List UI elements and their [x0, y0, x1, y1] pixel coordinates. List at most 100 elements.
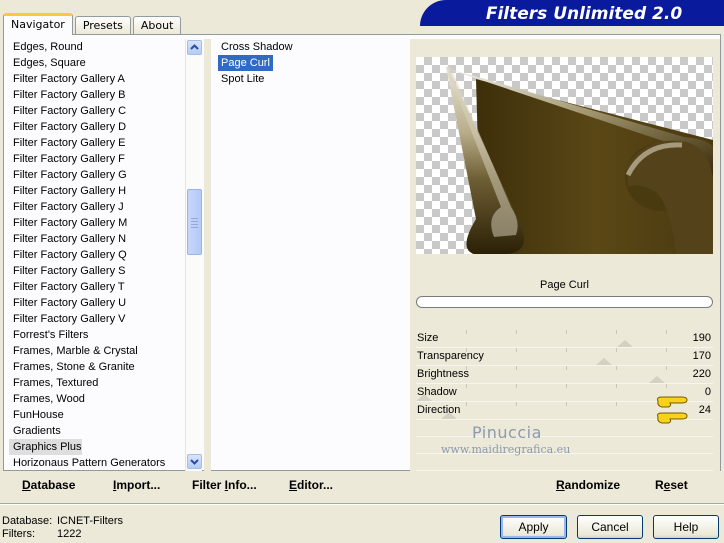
parameter-slider-brightness[interactable]: Brightness 220 [416, 366, 713, 384]
slider-knob[interactable] [617, 340, 633, 347]
slider-tick [466, 384, 467, 388]
slider-tick [616, 366, 617, 370]
current-filter-name: Page Curl [540, 279, 589, 291]
tab-presets[interactable]: Presets [74, 16, 131, 34]
category-item[interactable]: Filter Factory Gallery Q [9, 247, 184, 263]
scroll-down-button[interactable] [187, 454, 202, 469]
slider-tick [466, 402, 467, 406]
category-item[interactable]: Gradients [9, 423, 184, 439]
tab-navigator[interactable]: Navigator [3, 13, 73, 35]
filters-count-value: 1222 [57, 528, 82, 540]
category-list[interactable]: Edges, Round Edges, Square Filter Factory … [9, 39, 184, 471]
slider-tick [566, 384, 567, 388]
scroll-up-button[interactable] [187, 40, 202, 55]
slider-tick [516, 384, 517, 388]
category-item[interactable]: Filter Factory Gallery H [9, 183, 184, 199]
slider-tick [466, 330, 467, 334]
category-item[interactable]: Edges, Round [9, 39, 184, 55]
preview-image [416, 57, 713, 254]
slider-tick [566, 402, 567, 406]
slider-tick [616, 348, 617, 352]
parameter-label: Brightness [417, 368, 469, 380]
category-item[interactable]: Frames, Wood [9, 391, 184, 407]
slider-tick [516, 330, 517, 334]
category-item[interactable]: Filter Factory Gallery S [9, 263, 184, 279]
category-item[interactable]: Filter Factory Gallery J [9, 199, 184, 215]
parameter-label: Shadow [417, 386, 457, 398]
chevron-down-icon [190, 459, 199, 465]
editor-button[interactable]: Editor... [289, 478, 333, 492]
filter-item[interactable]: Spot Lite [218, 71, 267, 87]
database-button[interactable]: Database [22, 478, 75, 492]
watermark-name: Pinuccia [472, 423, 542, 442]
parameter-value: 220 [692, 368, 711, 380]
slider-tick [666, 384, 667, 388]
filter-item[interactable]: Cross Shadow [218, 39, 296, 55]
category-item[interactable]: Filter Factory Gallery C [9, 103, 184, 119]
bottom-toolbar: Database Import... Filter Info... Editor… [3, 472, 721, 498]
chevron-up-icon [190, 44, 199, 50]
slider-tick [516, 402, 517, 406]
filters-count-label: Filters: [2, 528, 35, 540]
category-item[interactable]: Filter Factory Gallery G [9, 167, 184, 183]
slider-knob[interactable] [596, 358, 612, 365]
help-button[interactable]: Help [653, 515, 719, 539]
slider-tick [566, 366, 567, 370]
slider-tick [516, 366, 517, 370]
parameter-label: Size [417, 332, 439, 344]
slider-tick [666, 330, 667, 334]
parameter-value: 24 [698, 404, 711, 416]
parameter-value: 170 [692, 350, 711, 362]
category-item[interactable]: Filter Factory Gallery T [9, 279, 184, 295]
page-curl-preview-graphic [446, 65, 713, 254]
status-separator [0, 503, 724, 505]
category-item[interactable]: Graphics Plus [9, 439, 82, 455]
slider-tick [616, 384, 617, 388]
database-label: Database: [2, 515, 53, 527]
category-item[interactable]: Filter Factory Gallery U [9, 295, 184, 311]
category-item[interactable]: Filter Factory Gallery E [9, 135, 184, 151]
category-item[interactable]: Forrest's Filters [9, 327, 184, 343]
reset-button[interactable]: Reset [655, 478, 688, 492]
category-item[interactable]: Horizonaus Pattern Generators [9, 455, 184, 471]
slider-knob[interactable] [649, 376, 665, 383]
category-item[interactable]: Filter Factory Gallery F [9, 151, 184, 167]
category-item[interactable]: Frames, Stone & Granite [9, 359, 184, 375]
slider-tick [666, 348, 667, 352]
filter-item[interactable]: Page Curl [218, 55, 273, 71]
randomize-button[interactable]: Randomize [556, 478, 620, 492]
slider-tick [566, 330, 567, 334]
database-value: ICNET-Filters [57, 515, 123, 527]
app-banner: Filters Unlimited 2.0 [420, 0, 724, 26]
tab-about[interactable]: About [132, 16, 182, 34]
category-item[interactable]: Filter Factory Gallery A [9, 71, 184, 87]
category-item[interactable]: Filter Factory Gallery M [9, 215, 184, 231]
parameter-label: Transparency [417, 350, 484, 362]
import-button[interactable]: Import... [113, 478, 160, 492]
category-item[interactable]: Filter Factory Gallery V [9, 311, 184, 327]
slider-tick [516, 348, 517, 352]
category-item[interactable]: FunHouse [9, 407, 184, 423]
slider-tick [616, 330, 617, 334]
category-scrollbar[interactable] [185, 39, 202, 471]
apply-button[interactable]: Apply [500, 515, 567, 539]
cancel-button[interactable]: Cancel [577, 515, 643, 539]
filter-list[interactable]: Cross Shadow Page Curl Spot Lite [218, 39, 408, 87]
parameter-label: Direction [417, 404, 461, 416]
empty-parameter-row [416, 454, 713, 471]
pane-divider[interactable] [204, 39, 211, 471]
filter-info-button[interactable]: Filter Info... [192, 478, 257, 492]
category-item[interactable]: Frames, Textured [9, 375, 184, 391]
watermark-site: www.maidiregrafica.eu [441, 443, 571, 456]
category-item[interactable]: Edges, Square [9, 55, 184, 71]
category-item[interactable]: Frames, Marble & Crystal [9, 343, 184, 359]
category-item[interactable]: Filter Factory Gallery N [9, 231, 184, 247]
category-item[interactable]: Filter Factory Gallery B [9, 87, 184, 103]
progress-bar [416, 296, 713, 308]
parameter-slider-size[interactable]: Size 190 [416, 330, 713, 348]
slider-tick [566, 348, 567, 352]
parameter-slider-transparency[interactable]: Transparency 170 [416, 348, 713, 366]
scroll-thumb[interactable] [187, 189, 202, 255]
slider-tick [616, 402, 617, 406]
category-item[interactable]: Filter Factory Gallery D [9, 119, 184, 135]
